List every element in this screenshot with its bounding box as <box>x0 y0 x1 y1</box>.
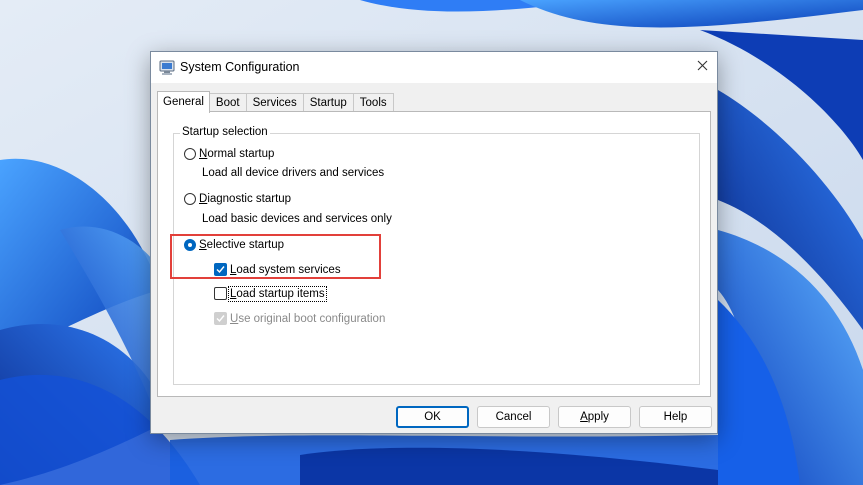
title-bar[interactable]: System Configuration <box>151 52 717 83</box>
msconfig-icon <box>159 60 175 76</box>
check-icon <box>216 315 225 323</box>
radio-button-normal[interactable] <box>184 148 196 160</box>
check-icon <box>216 266 225 274</box>
radio-button-diagnostic[interactable] <box>184 193 196 205</box>
selective-startup-radio[interactable]: Selective startup <box>184 239 284 251</box>
checkbox-original-boot-config <box>214 312 227 325</box>
normal-startup-label: Normal startup <box>199 148 275 160</box>
load-system-services-label: Load system services <box>230 263 341 276</box>
tab-tools[interactable]: Tools <box>352 93 394 112</box>
tab-general[interactable]: General <box>157 91 210 113</box>
tab-startup[interactable]: Startup <box>302 93 354 112</box>
window-title: System Configuration <box>180 60 300 74</box>
use-original-boot-config-label: Use original boot configuration <box>230 312 386 325</box>
diagnostic-startup-radio[interactable]: Diagnostic startup <box>184 193 291 205</box>
startup-selection-group: Startup selection Normal startup Load al… <box>173 126 700 385</box>
normal-startup-description: Load all device drivers and services <box>202 167 385 179</box>
tab-strip: General Boot Services Startup Tools <box>157 91 394 113</box>
load-startup-items-label: Load startup items <box>228 285 327 302</box>
radio-button-selective[interactable] <box>184 239 196 251</box>
general-tab-panel: Startup selection Normal startup Load al… <box>157 111 711 397</box>
ok-button[interactable]: OK <box>396 406 469 428</box>
apply-button[interactable]: Apply <box>558 406 631 428</box>
load-startup-items-checkbox[interactable]: Load startup items <box>214 285 327 302</box>
tab-boot[interactable]: Boot <box>208 93 247 112</box>
diagnostic-startup-description: Load basic devices and services only <box>202 213 392 225</box>
close-icon <box>697 58 708 76</box>
use-original-boot-config-checkbox: Use original boot configuration <box>214 312 385 325</box>
cancel-button[interactable]: Cancel <box>477 406 550 428</box>
checkbox-startup-items[interactable] <box>214 287 227 300</box>
group-legend: Startup selection <box>180 126 270 138</box>
tab-services[interactable]: Services <box>245 93 304 112</box>
checkbox-system-services[interactable] <box>214 263 227 276</box>
system-configuration-window: System Configuration General Boot Servic… <box>150 51 718 434</box>
close-button[interactable] <box>687 52 717 82</box>
diagnostic-startup-label: Diagnostic startup <box>199 193 292 205</box>
help-button[interactable]: Help <box>639 406 712 428</box>
load-system-services-checkbox[interactable]: Load system services <box>214 263 341 276</box>
normal-startup-radio[interactable]: Normal startup <box>184 148 274 160</box>
selective-startup-label: Selective startup <box>199 239 285 251</box>
